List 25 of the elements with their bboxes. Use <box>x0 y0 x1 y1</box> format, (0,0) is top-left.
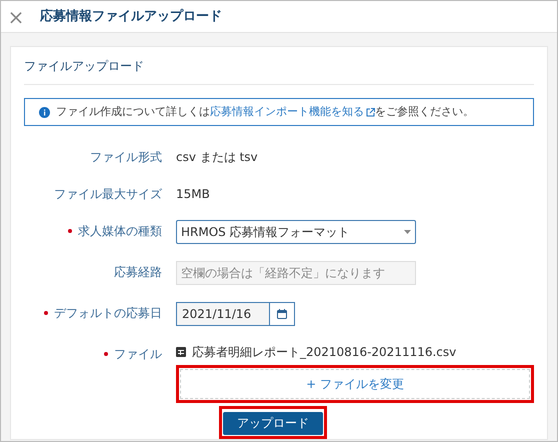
field-label: 応募経路 <box>114 264 162 281</box>
upload-button[interactable]: アップロード <box>223 412 323 434</box>
dialog-title: 応募情報ファイルアップロード <box>40 8 222 26</box>
calendar-icon <box>277 309 287 319</box>
route-input-field[interactable]: 空欄の場合は「経路不定」になります <box>176 261 416 285</box>
section-title: ファイルアップロード <box>24 47 534 85</box>
field-label: デフォルトの応募日 <box>54 305 162 322</box>
field-label: ファイル形式 <box>90 149 162 166</box>
field-value: csv または tsv <box>176 149 258 166</box>
field-label: 求人媒体の種類 <box>78 223 162 240</box>
external-link-icon <box>366 108 375 116</box>
field-value: 15MB <box>176 186 210 203</box>
field-label: ファイル <box>114 346 162 363</box>
spreadsheet-icon <box>176 347 186 357</box>
file-name: 応募者明細レポート_20210816-20211116.csv <box>192 344 456 361</box>
import-guide-link[interactable]: 応募情報インポート機能を知る <box>210 104 375 120</box>
info-icon <box>39 106 50 118</box>
media-type-select[interactable]: HRMOS 応募情報フォーマット <box>176 220 416 244</box>
info-text: ファイル作成について詳しくは応募情報インポート機能を知る をご参照ください。 <box>56 104 474 120</box>
close-button[interactable]: × <box>2 6 30 26</box>
date-field[interactable]: 2021/11/16 <box>176 302 270 326</box>
field-label: ファイル最大サイズ <box>54 186 162 203</box>
calendar-button[interactable] <box>270 302 295 326</box>
caret-icon <box>404 230 411 234</box>
change-file-button[interactable]: + ファイルを変更 <box>180 369 530 399</box>
